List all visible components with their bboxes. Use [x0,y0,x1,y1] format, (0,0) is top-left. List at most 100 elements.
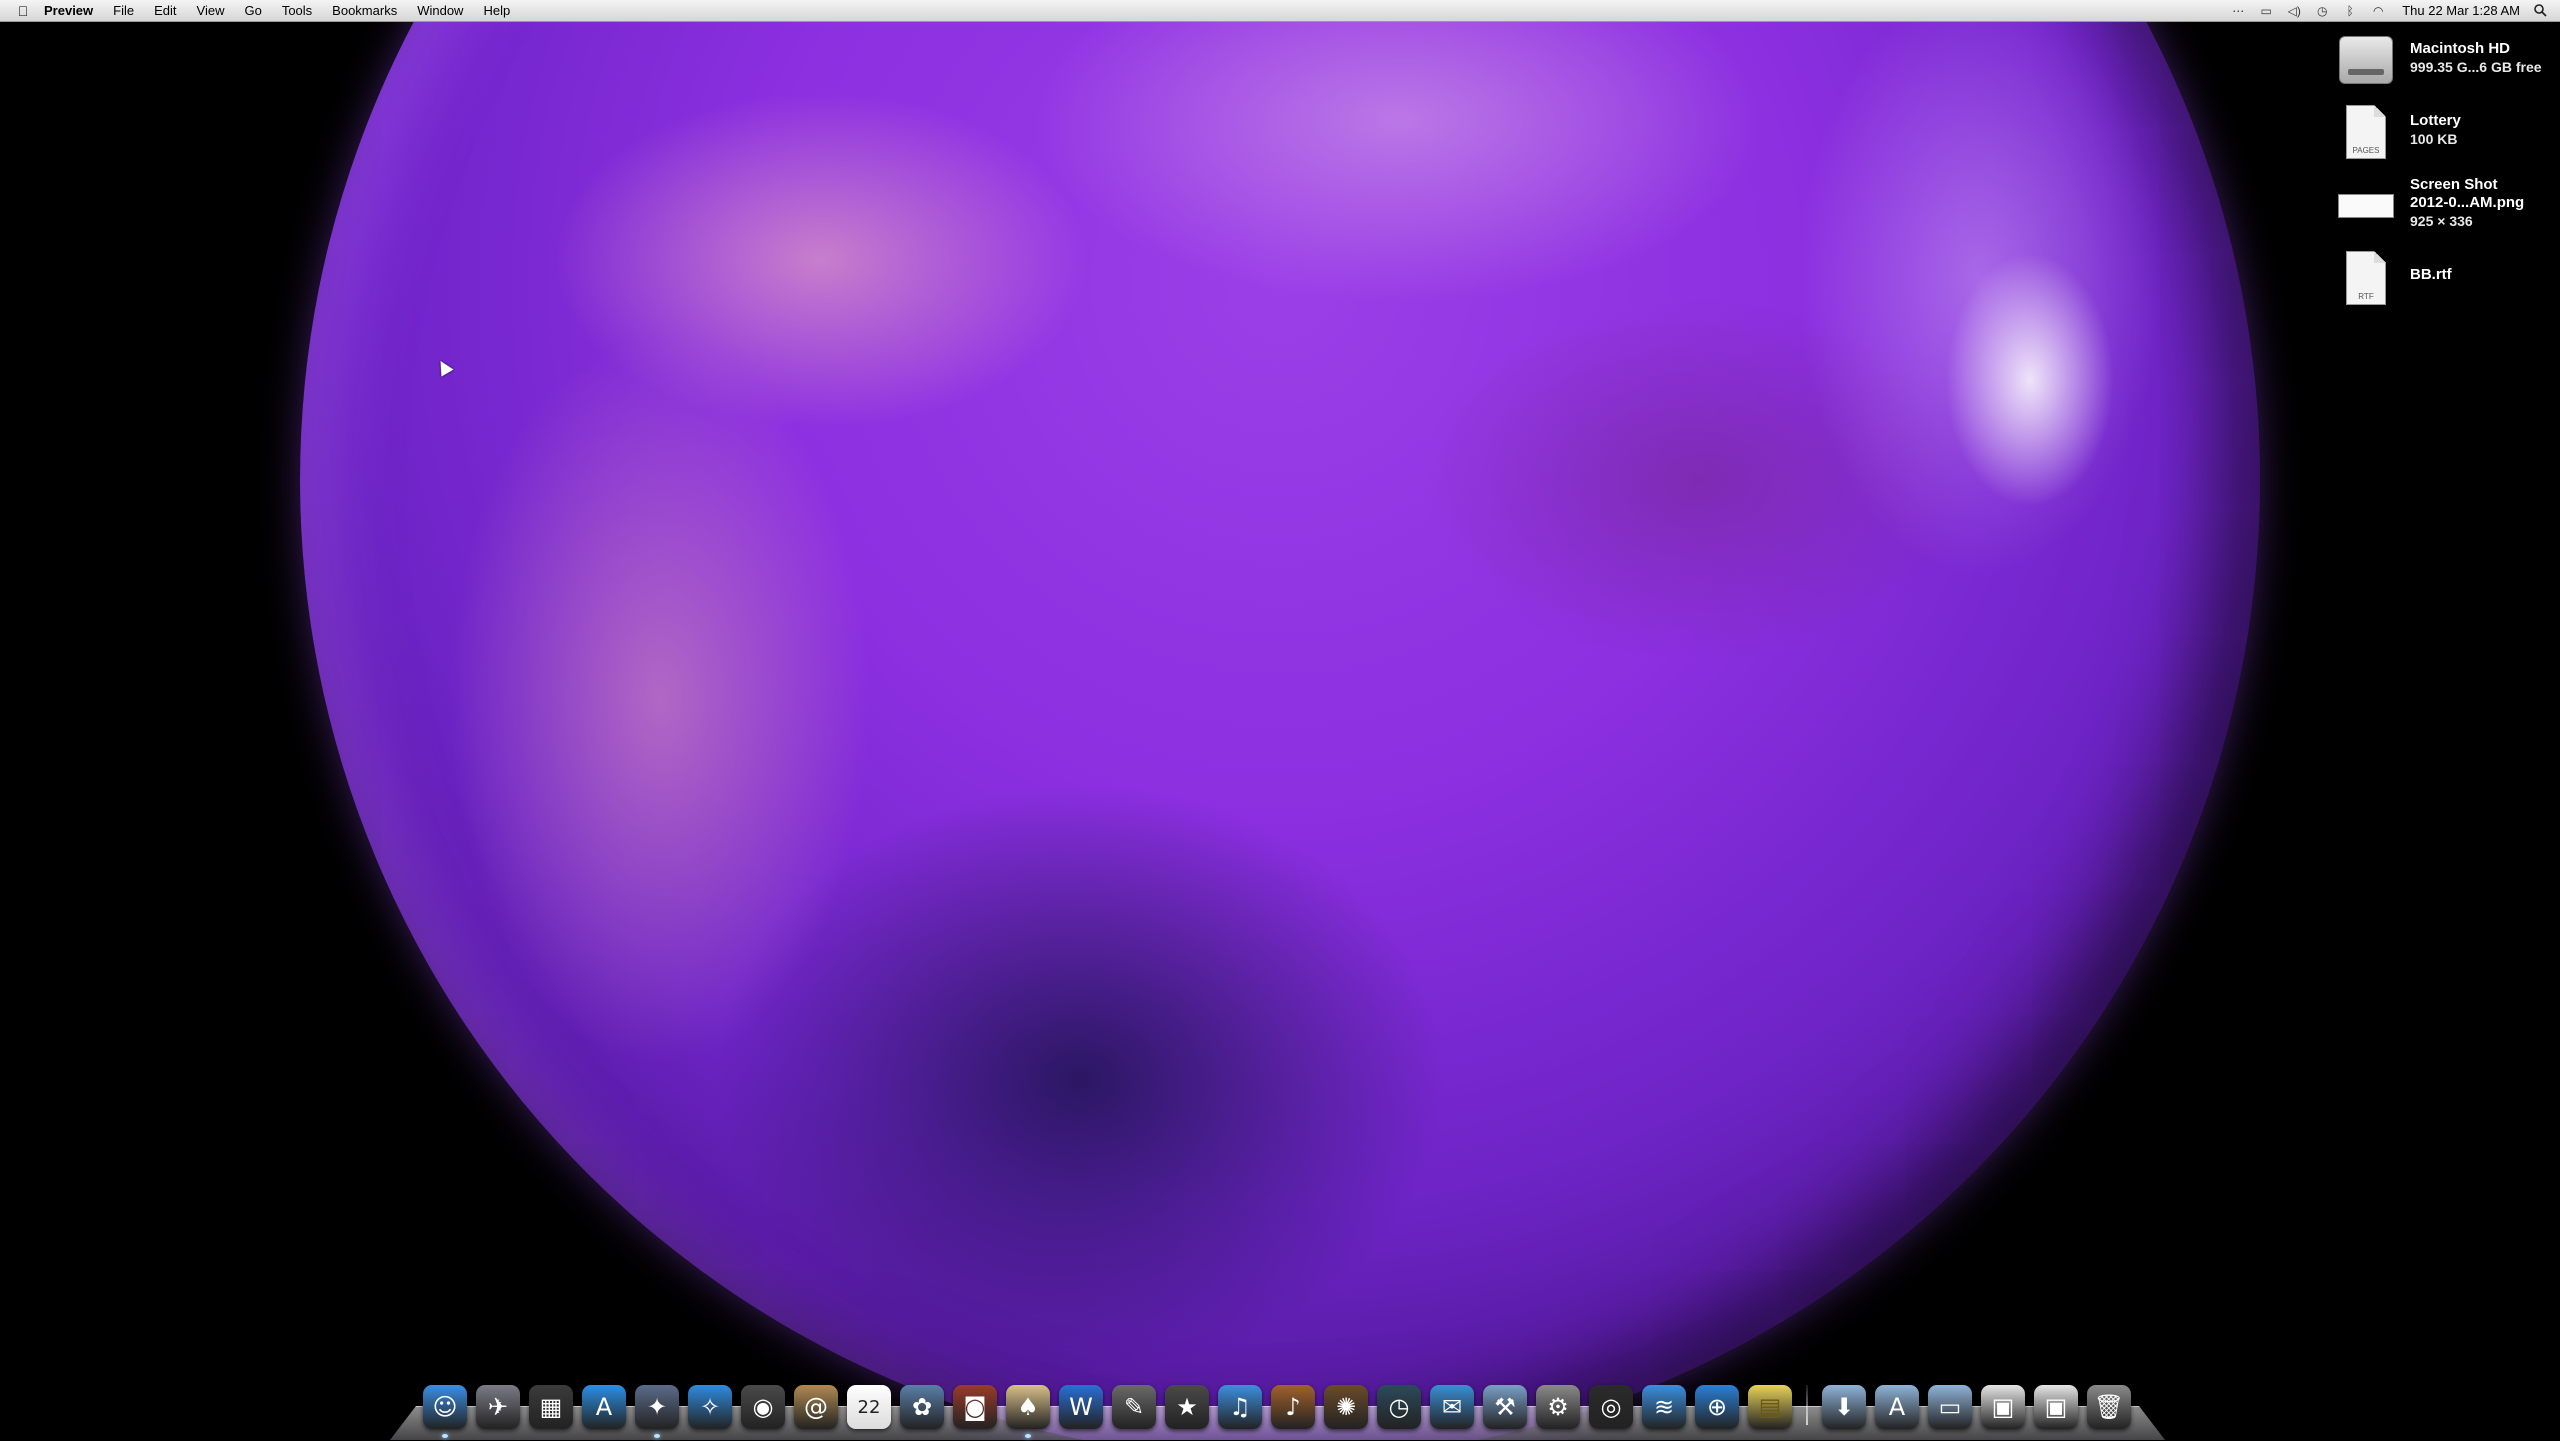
dock-item-garageband[interactable]: ♪ [1268,1382,1318,1432]
dock-item-script-editor[interactable]: ✎ [1109,1382,1159,1432]
bluetooth-icon[interactable]: ᛒ [2342,4,2358,18]
wifi-icon: ≋ [1642,1385,1686,1429]
dock-item-preview-window[interactable]: ▣ [1978,1382,2028,1432]
photo-booth-icon: ◙ [953,1385,997,1429]
dock-item-iphoto[interactable]: ✿ [897,1382,947,1432]
imovie-icon: ★ [1165,1385,1209,1429]
aperture-icon: ◎ [1589,1385,1633,1429]
system-preferences-icon: ⚙ [1536,1385,1580,1429]
menu-clock[interactable]: Thu 22 Mar 1:28 AM [2402,3,2520,18]
stickies-icon: ▤ [1748,1385,1792,1429]
dock-item-solitaire[interactable]: ♠ [1003,1382,1053,1438]
desktop-item-macintosh-hd[interactable]: Macintosh HD 999.35 G...6 GB free [2320,30,2560,94]
applications-folder-icon: A [1875,1385,1919,1429]
dock-item-trash[interactable]: 🗑 [2084,1382,2134,1432]
desktop-item-label: BB.rtf [2410,266,2452,283]
desktop-item-screen-shot[interactable]: Screen Shot 2012-0...AM.png 925 × 336 [2320,176,2560,240]
dock-item-wifi[interactable]: ≋ [1639,1382,1689,1432]
dock-item-xcode[interactable]: ⚒ [1480,1382,1530,1432]
dock-item-preview-window-2[interactable]: ▣ [2031,1382,2081,1432]
documents-folder-icon: ▭ [1928,1385,1972,1429]
minimized-window-icon: ▣ [1981,1385,2025,1429]
itunes-icon: ♫ [1218,1385,1262,1429]
menu-file[interactable]: File [103,0,144,22]
desktop-item-info: 100 KB [2410,131,2458,147]
desktop-item-info: 999.35 G...6 GB free [2410,59,2542,75]
dock-item-mission-control[interactable]: ▦ [526,1382,576,1432]
desktop-item-info: 925 × 336 [2410,213,2473,229]
menu-go[interactable]: Go [234,0,271,22]
minimized-window-icon: ▣ [2034,1385,2078,1429]
menu-bookmarks[interactable]: Bookmarks [322,0,407,22]
dock-item-time-machine[interactable]: ◷ [1374,1382,1424,1432]
xcode-icon: ⚒ [1483,1385,1527,1429]
dock-item-aperture[interactable]: ◎ [1586,1382,1636,1432]
dock-item-network[interactable]: ⊕ [1692,1382,1742,1432]
downloads-folder-icon: ⬇ [1822,1385,1866,1429]
image-file-icon [2338,194,2394,218]
desktop-item-label: Macintosh HD [2410,40,2511,57]
volume-icon[interactable]: ◁) [2286,4,2302,18]
word-icon: W [1059,1385,1103,1429]
pinata-icon: ✺ [1324,1385,1368,1429]
desktop-item-lottery[interactable]: PAGES Lottery 100 KB [2320,102,2560,166]
dock-item-facetime[interactable]: ◉ [738,1382,788,1432]
iphoto-icon: ✿ [900,1385,944,1429]
solitaire-icon: ♠ [1006,1385,1050,1429]
apple-menu-icon[interactable]:  [12,3,34,19]
dock-item-downloads[interactable]: ⬇ [1819,1382,1869,1432]
facetime-icon: ◉ [741,1385,785,1429]
ical-icon: 22 [847,1385,891,1429]
time-machine-icon: ◷ [1377,1385,1421,1429]
dock-separator [1806,1385,1808,1425]
pages-document-icon: PAGES [2346,105,2386,159]
dock-item-photo-booth[interactable]: ◙ [950,1382,1000,1432]
dock-item-mail[interactable]: ✉ [1427,1382,1477,1432]
dock-item-stickies[interactable]: ▤ [1745,1382,1795,1432]
dock-item-app-store[interactable]: A [579,1382,629,1432]
dock-item-safari[interactable]: ✧ [685,1382,735,1432]
dock-item-launchpad[interactable]: ✈ [473,1382,523,1432]
wifi-status-icon[interactable]: ◠ [2370,4,2386,18]
menu-view[interactable]: View [187,0,235,22]
garageband-icon: ♪ [1271,1385,1315,1429]
dock-item-documents[interactable]: ▭ [1925,1382,1975,1432]
desktop-item-label-line2: 2012-0...AM.png [2410,194,2525,211]
dock-item-system-preferences[interactable]: ⚙ [1533,1382,1583,1432]
hard-drive-icon [2339,36,2393,84]
address-book-icon: @ [794,1385,838,1429]
dock-item-ical[interactable]: 22 [844,1382,894,1432]
dock: ☺ ✈ ▦ A ✦ ✧ ◉ @22 ✿ ◙ ♠ W ✎ ★ ♫ ♪ ✺ ◷ ✉ ⚒ ⚙ ◎ ≋ ⊕ ▤ ⬇ A ▭ ▣ ▣ 🗑 [390,1378,2165,1440]
dock-item-imovie[interactable]: ★ [1162,1382,1212,1432]
menu-tools[interactable]: Tools [272,0,322,22]
trash-icon: 🗑 [2087,1385,2131,1429]
menu-app-name[interactable]: Preview [34,0,103,22]
dock-item-pinata[interactable]: ✺ [1321,1382,1371,1432]
running-indicator [1025,1434,1031,1438]
spotlight-search-icon[interactable] [2532,3,2548,19]
desktop-item-bb-rtf[interactable]: RTF BB.rtf [2320,248,2560,312]
desktop-item-label: Lottery [2410,112,2461,129]
dock-item-word[interactable]: W [1056,1382,1106,1432]
time-machine-status-icon[interactable]: ◷ [2314,4,2330,18]
mission-control-icon: ▦ [529,1385,573,1429]
dock-item-finder[interactable]: ☺ [420,1382,470,1438]
running-indicator [442,1434,448,1438]
menu-window[interactable]: Window [407,0,473,22]
rtf-document-icon: RTF [2346,251,2386,305]
dock-item-address-book[interactable]: @ [791,1382,841,1432]
app-store-icon: A [582,1385,626,1429]
launchpad-icon: ✈ [476,1385,520,1429]
dock-item-itunes[interactable]: ♫ [1215,1382,1265,1432]
mail-icon: ✉ [1430,1385,1474,1429]
dock-item-preview[interactable]: ✦ [632,1382,682,1438]
finder-icon: ☺ [423,1385,467,1429]
preview-icon: ✦ [635,1385,679,1429]
display-icon[interactable]: ▭ [2258,4,2274,18]
dock-item-applications[interactable]: A [1872,1382,1922,1432]
menu-extras-icon[interactable]: ⋯ [2230,4,2246,18]
desktop-item-label: Screen Shot [2410,176,2498,193]
menu-edit[interactable]: Edit [144,0,186,22]
menu-help[interactable]: Help [473,0,520,22]
script-editor-icon: ✎ [1112,1385,1156,1429]
